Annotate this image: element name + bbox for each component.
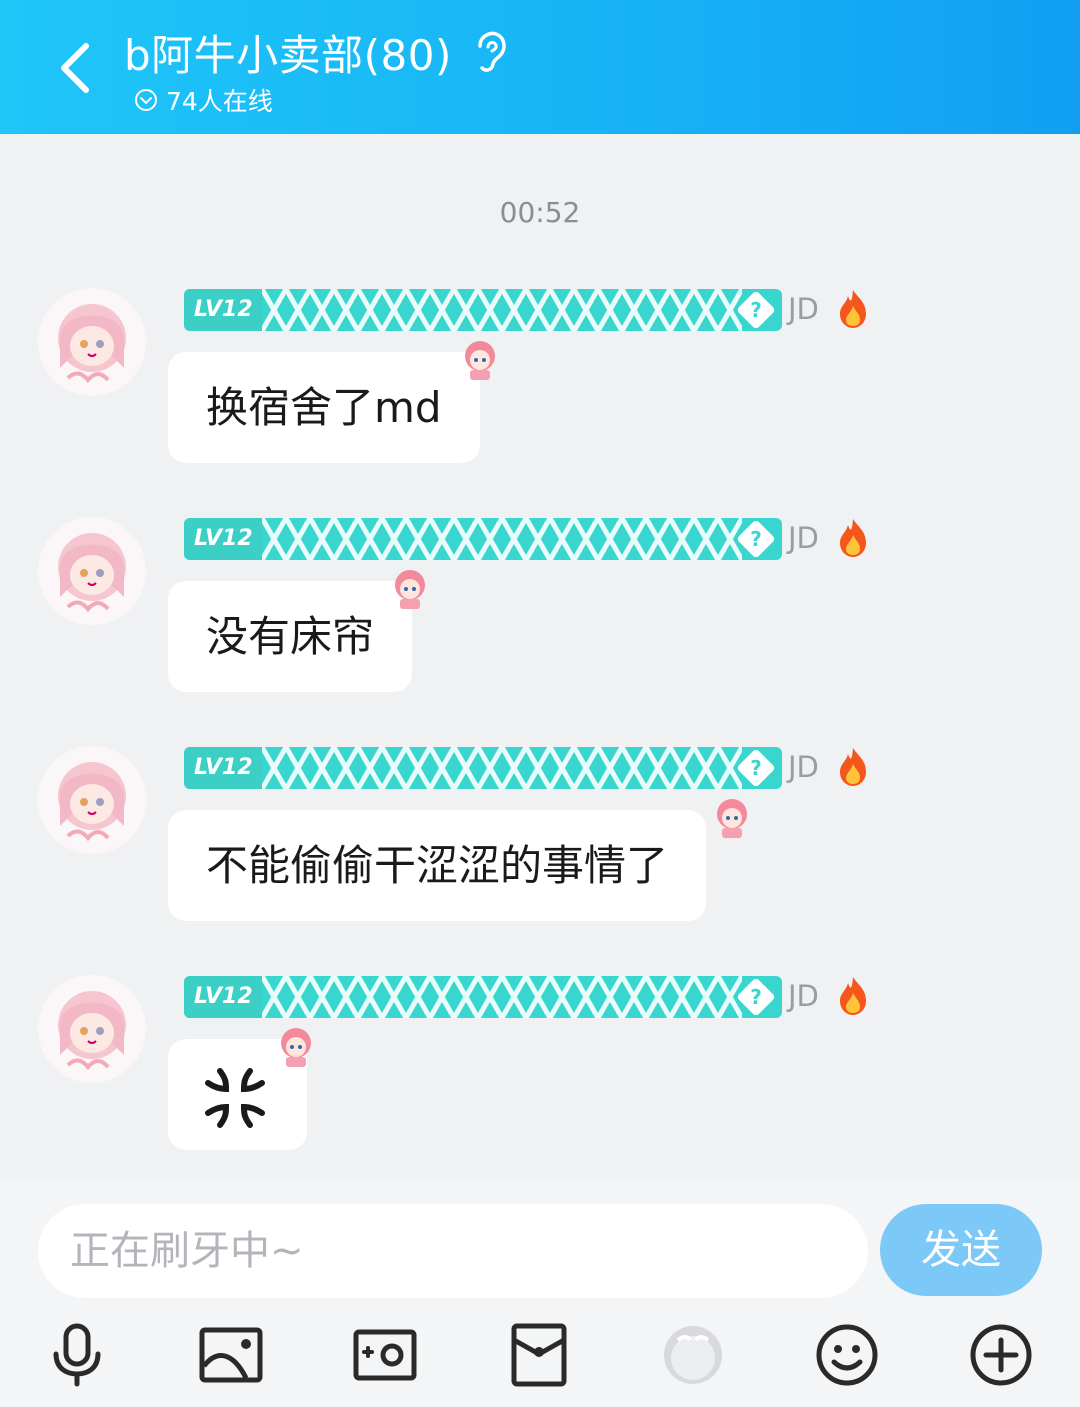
badge-pattern <box>262 747 742 789</box>
level-label: LV12 <box>184 518 262 560</box>
level-badge[interactable]: LV12 ? <box>184 289 782 331</box>
badge-pattern <box>262 976 742 1018</box>
chibi-sticker-icon <box>465 341 495 380</box>
fire-icon <box>840 748 866 786</box>
level-label: LV12 <box>184 976 262 1018</box>
camera-icon[interactable] <box>352 1322 418 1388</box>
plus-icon[interactable] <box>968 1322 1034 1388</box>
chat-header: b阿牛小卖部(80) 74人在线 <box>0 0 1080 134</box>
chibi-sticker-icon <box>717 799 747 838</box>
question-badge-icon: ? <box>736 290 776 330</box>
level-label: LV12 <box>184 747 262 789</box>
avatar[interactable] <box>38 288 146 396</box>
online-status[interactable]: 74人在线 <box>134 82 273 118</box>
badge-pattern <box>262 518 742 560</box>
level-badge[interactable]: LV12 ? <box>184 976 782 1018</box>
message-input[interactable]: 正在刷牙中~ <box>38 1204 868 1298</box>
chevron-circle-icon <box>135 89 157 111</box>
sender-name[interactable]: JD <box>788 292 819 326</box>
chat-timestamp: 00:52 <box>499 196 581 229</box>
microphone-icon[interactable] <box>44 1322 110 1388</box>
fire-icon <box>840 519 866 557</box>
fire-icon <box>840 977 866 1015</box>
chevron-left-icon <box>61 43 89 93</box>
group-title[interactable]: b阿牛小卖部(80) <box>124 22 452 83</box>
online-count: 74人在线 <box>166 87 273 116</box>
chibi-sticker-icon <box>281 1028 311 1067</box>
message-bubble[interactable]: 换宿舍了md <box>168 352 480 463</box>
question-badge-icon: ? <box>736 977 776 1017</box>
composer-bar: 正在刷牙中~ 发送 <box>0 1180 1080 1407</box>
message-row: LV12 ? JD 换宿舍了md <box>0 288 1080 508</box>
message-bubble[interactable]: 没有床帘 <box>168 581 413 692</box>
red-packet-icon[interactable] <box>506 1322 572 1388</box>
avatar[interactable] <box>38 975 146 1083</box>
question-badge-icon: ? <box>736 519 776 559</box>
fire-icon <box>840 290 866 328</box>
level-badge[interactable]: LV12 ? <box>184 747 782 789</box>
level-badge[interactable]: LV12 ? <box>184 518 782 560</box>
chibi-sticker-icon <box>395 570 425 609</box>
sender-name[interactable]: JD <box>788 979 819 1013</box>
message-row: LV12 ? JD 不能偷偷干涩涩的事情了 <box>0 746 1080 966</box>
message-row: LV12 ? JD 没有床帘 <box>0 517 1080 737</box>
sender-name[interactable]: JD <box>788 750 819 784</box>
badge-pattern <box>262 289 742 331</box>
question-badge-icon: ? <box>736 748 776 788</box>
send-button[interactable]: 发送 <box>880 1204 1042 1296</box>
message-row: LV12 ? JD 💢 <box>0 975 1080 1195</box>
sender-name[interactable]: JD <box>788 521 819 555</box>
back-button[interactable] <box>52 36 104 100</box>
image-icon[interactable] <box>198 1322 264 1388</box>
sticker-icon[interactable] <box>660 1322 726 1388</box>
level-label: LV12 <box>184 289 262 331</box>
ear-icon[interactable] <box>470 30 510 76</box>
emoji-icon[interactable] <box>814 1322 880 1388</box>
message-bubble[interactable]: 不能偷偷干涩涩的事情了 <box>168 810 707 921</box>
avatar[interactable] <box>38 517 146 625</box>
avatar[interactable] <box>38 746 146 854</box>
